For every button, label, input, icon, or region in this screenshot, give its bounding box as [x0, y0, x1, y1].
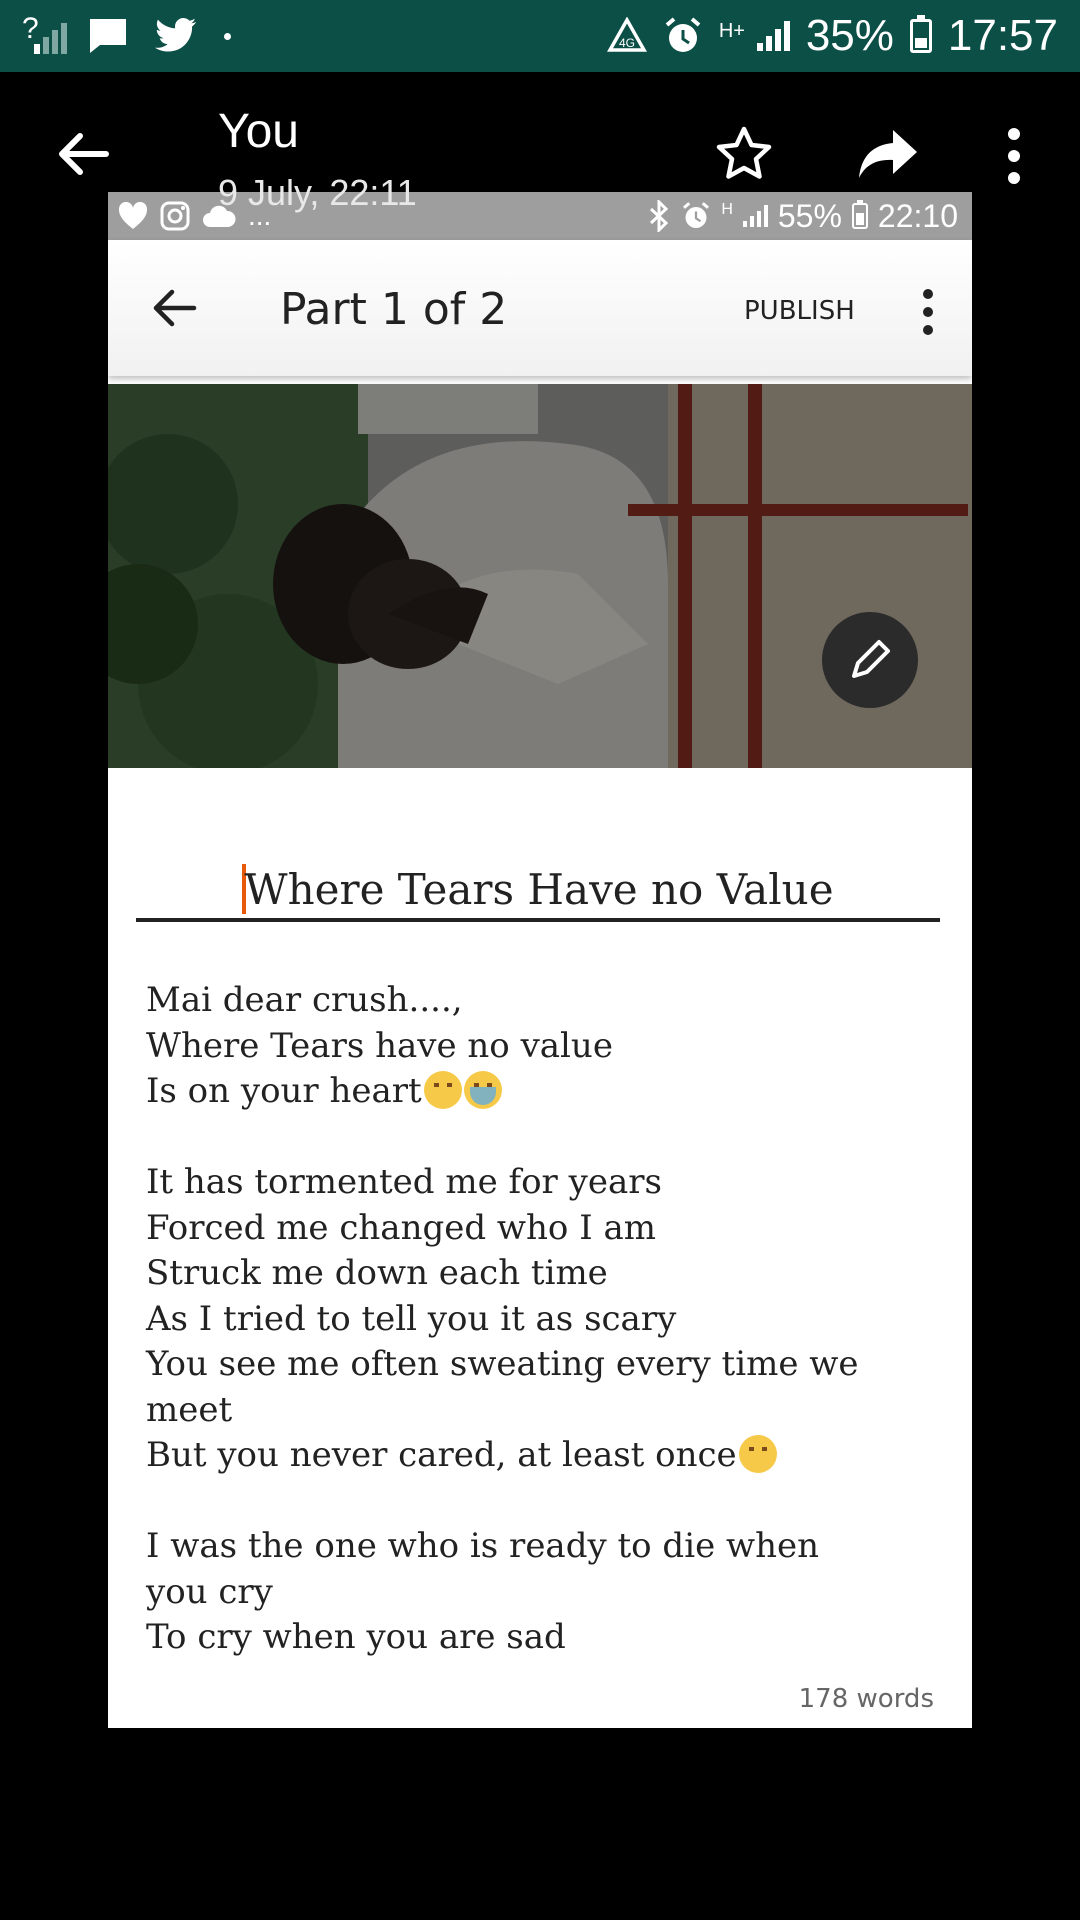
stanza-break	[146, 1115, 946, 1161]
story-line-text: I was the one who is ready to die when	[146, 1526, 820, 1566]
story-line-text: As I tried to tell you it as scary	[146, 1298, 677, 1339]
more-notifications-dot	[224, 32, 231, 40]
word-count: 178 words	[798, 1684, 934, 1714]
signal-strength-icon	[756, 21, 790, 51]
battery-percent: 35%	[805, 11, 894, 60]
story-line-text: Struck me down each time	[146, 1253, 608, 1293]
sender-name: You	[218, 105, 299, 158]
story-title-field[interactable]: Where Tears Have no Value	[136, 864, 940, 922]
instagram-icon	[160, 201, 190, 231]
story-line-text: you cry	[146, 1571, 273, 1612]
stanza-break	[146, 1479, 946, 1525]
story-line-text: Where Tears have no value	[146, 1025, 613, 1066]
device-status-bar: ? 4G H+ 35% 17:57	[0, 0, 1080, 72]
part-label: Part 1 of 2	[280, 284, 508, 335]
cover-image[interactable]	[108, 384, 972, 768]
svg-text:4G: 4G	[619, 36, 635, 50]
story-line-text: But you never cared, at least once	[146, 1435, 737, 1475]
story-line: You see me often sweating every time we	[146, 1342, 946, 1388]
story-line: It has tormented me for years	[146, 1160, 946, 1206]
unamused-emoji-icon	[738, 1435, 777, 1473]
story-line: Mai dear crush....,	[146, 978, 946, 1024]
edit-cover-button[interactable]	[822, 612, 918, 708]
story-line: you cry	[146, 1570, 946, 1616]
weary-emoji-icon	[423, 1071, 462, 1109]
network-type-icon: H+	[718, 20, 745, 42]
story-line: meet	[146, 1388, 946, 1434]
more-vert-icon[interactable]	[1000, 126, 1028, 186]
story-line-text: To cry when you are sad	[146, 1617, 566, 1657]
data-saver-icon: 4G	[606, 17, 647, 52]
crying-emoji-icon	[463, 1071, 502, 1109]
story-body-editor[interactable]: Mai dear crush...., Where Tears have no v…	[146, 978, 946, 1661]
story-line-text: It has tormented me for years	[146, 1162, 662, 1202]
story-line: As I tried to tell you it as scary	[146, 1297, 946, 1343]
story-line: Where Tears have no value	[146, 1024, 946, 1070]
story-line-text: Is on your heart	[146, 1071, 422, 1111]
clock: 17:57	[947, 11, 1058, 60]
twitter-icon	[155, 18, 197, 52]
story-line-text: Forced me changed who I am	[146, 1207, 656, 1248]
shared-screenshot[interactable]: ... H 55% 22:10 Part 1 of 2 PUBLISH Wher…	[108, 192, 972, 1728]
story-line-text: meet	[146, 1389, 233, 1430]
story-line: But you never cared, at least once	[146, 1433, 946, 1479]
forward-icon[interactable]	[855, 124, 921, 184]
publish-button[interactable]: PUBLISH	[744, 296, 855, 326]
story-line: To cry when you are sad	[146, 1615, 946, 1661]
story-line: Is on your heart	[146, 1069, 946, 1115]
pencil-icon	[852, 640, 890, 678]
battery-icon	[851, 200, 868, 229]
star-icon[interactable]	[714, 124, 774, 184]
editor-toolbar: Part 1 of 2 PUBLISH	[108, 240, 972, 376]
chat-notification-icon	[90, 19, 126, 53]
back-arrow-icon[interactable]	[52, 124, 112, 184]
story-line-text: You see me often sweating every time we	[146, 1344, 859, 1384]
more-vert-icon[interactable]	[916, 288, 940, 336]
cover-photo	[108, 384, 972, 768]
story-line: Struck me down each time	[146, 1251, 946, 1297]
signal-strength-icon	[742, 205, 768, 227]
story-line-text: Mai dear crush....,	[146, 980, 463, 1020]
clock: 22:10	[877, 197, 958, 234]
heart-icon	[118, 202, 148, 229]
bluetooth-icon	[650, 200, 669, 232]
battery-icon	[909, 15, 932, 53]
battery-percent: 55%	[777, 197, 842, 234]
message-timestamp: 9 July, 22:11	[218, 172, 417, 213]
no-sim-signal-icon: ?	[22, 12, 67, 54]
alarm-icon	[683, 202, 710, 228]
back-arrow-icon[interactable]	[150, 284, 198, 332]
story-title: Where Tears Have no Value	[244, 865, 834, 914]
story-line: I was the one who is ready to die when	[146, 1524, 946, 1570]
story-line: Forced me changed who I am	[146, 1206, 946, 1252]
network-type-icon: H	[721, 201, 733, 218]
alarm-icon	[665, 17, 701, 52]
